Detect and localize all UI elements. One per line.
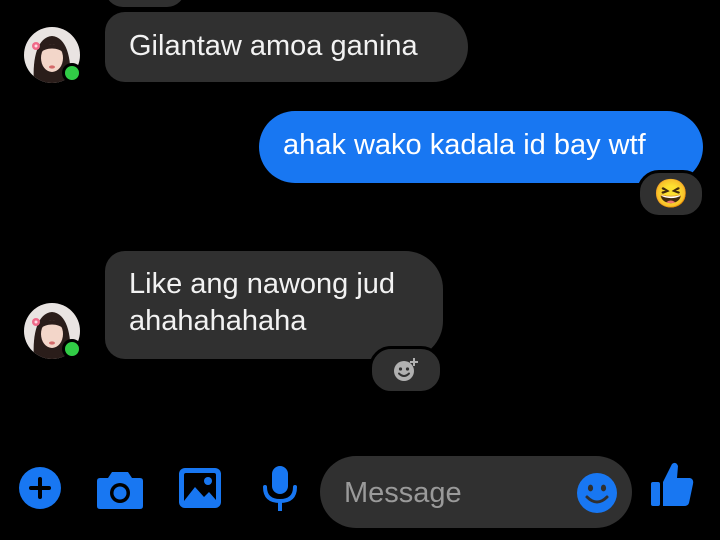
online-status-dot (62, 63, 82, 83)
message-text-line: ahahahahaha (129, 305, 307, 337)
gallery-button[interactable] (178, 467, 222, 509)
thumbs-up-icon (651, 462, 694, 506)
message-reaction[interactable]: 😆 (637, 170, 705, 218)
laughing-emoji: 😆 (653, 178, 689, 209)
plus-icon (19, 467, 61, 509)
contact-avatar[interactable] (24, 27, 82, 83)
like-button[interactable] (650, 460, 694, 508)
online-status-dot (62, 339, 82, 359)
smiley-icon (577, 473, 617, 513)
microphone-icon (263, 466, 297, 511)
message-text-line: Like ang nawong jud (129, 268, 396, 300)
message-input[interactable]: Message (320, 456, 632, 528)
camera-button[interactable] (96, 468, 144, 510)
message-composer: Message (0, 450, 720, 530)
add-reaction-button[interactable] (369, 346, 443, 394)
voice-message-button[interactable] (262, 465, 298, 513)
message-placeholder: Message (344, 477, 462, 509)
message-bubble-received[interactable]: Like ang nawong jud ahahahahaha (105, 251, 443, 359)
emoji-button[interactable] (576, 472, 618, 514)
chat-screen: Gilantaw amoa ganina ahak wako kadala id… (0, 0, 720, 540)
contact-avatar[interactable] (24, 303, 82, 359)
add-reaction-icon (394, 358, 418, 381)
gallery-icon (179, 468, 221, 508)
message-bubble-received[interactable]: Gilantaw amoa ganina (105, 12, 468, 82)
message-text: ahak wako kadala id bay wtf (283, 129, 646, 161)
previous-message-bubble (105, 0, 185, 7)
message-bubble-sent[interactable]: ahak wako kadala id bay wtf (259, 111, 703, 183)
camera-icon (97, 472, 143, 509)
message-text: Gilantaw amoa ganina (129, 30, 418, 62)
more-actions-button[interactable] (18, 466, 62, 510)
